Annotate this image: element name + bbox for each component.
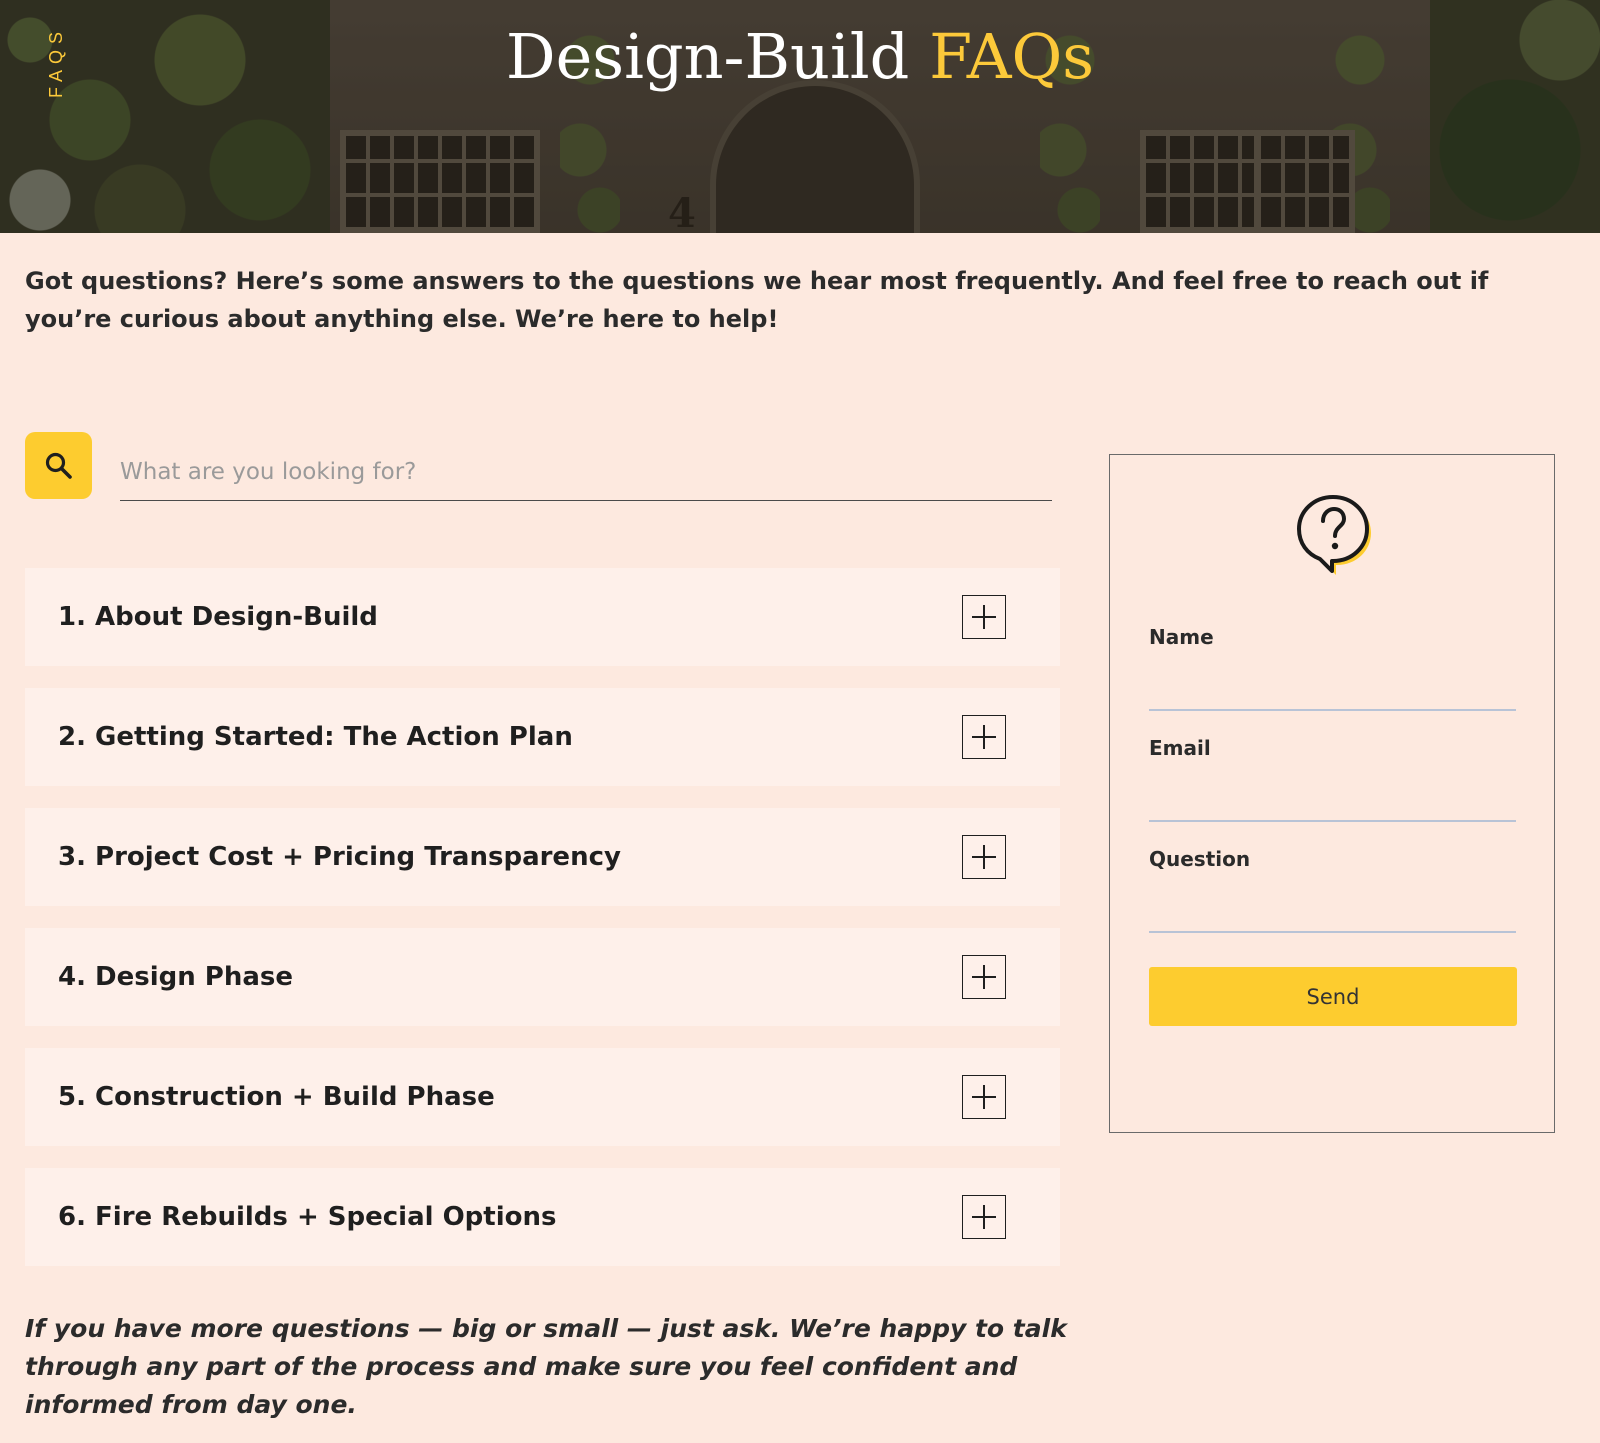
faq-item-label: 3. Project Cost + Pricing Transparency — [58, 842, 621, 872]
search-button[interactable] — [25, 432, 92, 499]
name-label: Name — [1149, 625, 1214, 649]
faq-list: 1. About Design-Build 2. Getting Started… — [25, 568, 1060, 1288]
expand-plus-icon[interactable] — [962, 1075, 1006, 1119]
faq-item-label: 4. Design Phase — [58, 962, 294, 992]
email-label: Email — [1149, 736, 1211, 760]
faq-item-about-design-build[interactable]: 1. About Design-Build — [25, 568, 1060, 666]
intro-text: Got questions? Here’s some answers to th… — [25, 267, 1489, 333]
expand-plus-icon[interactable] — [962, 595, 1006, 639]
closing-text: If you have more questions — big or smal… — [25, 1314, 1067, 1419]
faq-item-label: 6. Fire Rebuilds + Special Options — [58, 1202, 557, 1232]
send-button[interactable]: Send — [1149, 967, 1517, 1026]
email-field[interactable] — [1149, 780, 1516, 822]
faq-item-getting-started[interactable]: 2. Getting Started: The Action Plan — [25, 688, 1060, 786]
faq-item-label: 1. About Design-Build — [58, 602, 378, 632]
faq-item-construction-phase[interactable]: 5. Construction + Build Phase — [25, 1048, 1060, 1146]
expand-plus-icon[interactable] — [962, 955, 1006, 999]
search-input[interactable] — [120, 444, 1052, 501]
page-title: Design-Build FAQs — [0, 20, 1600, 93]
faq-item-fire-rebuilds[interactable]: 6. Fire Rebuilds + Special Options — [25, 1168, 1060, 1266]
faq-item-label: 5. Construction + Build Phase — [58, 1082, 495, 1112]
question-label: Question — [1149, 847, 1251, 871]
expand-plus-icon[interactable] — [962, 835, 1006, 879]
question-field[interactable] — [1149, 891, 1516, 933]
expand-plus-icon[interactable] — [962, 715, 1006, 759]
name-field[interactable] — [1149, 669, 1516, 711]
page-title-accent: FAQs — [929, 20, 1095, 93]
question-form-card: Name Email Question Send — [1109, 454, 1555, 1133]
faq-item-project-cost[interactable]: 3. Project Cost + Pricing Transparency — [25, 808, 1060, 906]
expand-plus-icon[interactable] — [962, 1195, 1006, 1239]
faq-item-label: 2. Getting Started: The Action Plan — [58, 722, 573, 752]
question-bubble-icon — [1297, 495, 1371, 575]
hero-banner: 4 FAQS Design-Build FAQs — [0, 0, 1600, 233]
page-title-main: Design-Build — [505, 20, 910, 93]
faq-item-design-phase[interactable]: 4. Design Phase — [25, 928, 1060, 1026]
search-icon — [45, 452, 72, 479]
